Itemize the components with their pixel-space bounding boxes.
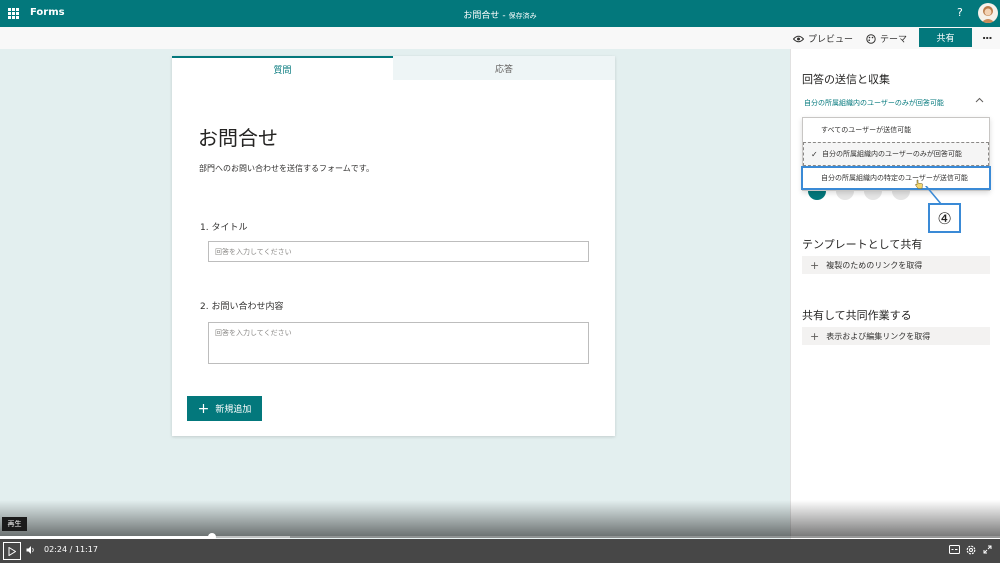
permission-dropdown: すべてのユーザーが送信可能 ✓ 自分の所属組織内のユーザーのみが回答可能 自分の…	[801, 117, 991, 191]
time-display: 02:24 / 11:17	[44, 545, 98, 554]
current-time: 02:24	[44, 545, 68, 554]
palette-icon	[866, 33, 876, 44]
save-status: 保存済み	[508, 12, 537, 20]
avatar[interactable]	[978, 3, 998, 23]
form-tabs: 質問 応答	[172, 56, 615, 80]
share-button[interactable]: 共有	[919, 28, 972, 47]
add-new-label: 新規追加	[215, 405, 252, 415]
time-separator: /	[69, 545, 73, 554]
copy-link-label: 複製のためのリンクを取得	[826, 260, 923, 270]
permission-select[interactable]: 自分の所属組織内のユーザーのみが回答可能	[804, 98, 984, 108]
user-avatar-icon	[981, 6, 995, 23]
plus-icon: +	[810, 329, 820, 343]
option-label: 自分の所属組織内のユーザーのみが回答可能	[822, 150, 962, 158]
share-panel: 回答の送信と収集 自分の所属組織内のユーザーのみが回答可能 すべてのユーザーが送…	[790, 49, 1000, 563]
option-label: すべてのユーザーが送信可能	[821, 126, 912, 134]
plus-icon: +	[197, 400, 210, 417]
option-label: 自分の所属組織内の特定のユーザーが送信可能	[821, 174, 968, 182]
hand-cursor-icon	[915, 179, 923, 189]
template-heading: テンプレートとして共有	[802, 238, 923, 251]
check-icon: ✓	[811, 149, 818, 159]
collaborate-link-button[interactable]: + 表示および編集リンクを取得	[802, 327, 990, 345]
form-card: 質問 応答 お問合せ 部門へのお問い合わせを送信するフォームです。 1. タイト…	[172, 56, 615, 436]
eye-icon	[793, 35, 804, 42]
play-button[interactable]	[3, 542, 21, 560]
tab-responses[interactable]: 応答	[393, 56, 615, 80]
player-controls: 02:24 / 11:17	[0, 539, 1000, 563]
form-description[interactable]: 部門へのお問い合わせを送信するフォームです。	[199, 163, 374, 174]
document-title: お問合せ - 保存済み	[463, 11, 537, 21]
chevron-up-icon[interactable]	[975, 96, 984, 105]
answer-textarea[interactable]: 回答を入力してください	[208, 322, 589, 364]
answer-input[interactable]: 回答を入力してください	[208, 241, 589, 262]
theme-label: テーマ	[880, 35, 908, 45]
preview-button[interactable]: プレビュー	[793, 32, 853, 45]
fullscreen-icon[interactable]	[983, 545, 992, 554]
form-title[interactable]: お問合せ	[198, 122, 278, 151]
preview-label: プレビュー	[808, 35, 854, 45]
dropdown-option-org-users[interactable]: ✓ 自分の所属組織内のユーザーのみが回答可能	[803, 142, 989, 166]
total-time: 11:17	[74, 545, 98, 554]
captions-icon[interactable]	[949, 545, 960, 554]
play-tooltip: 再生	[2, 517, 27, 531]
tab-questions[interactable]: 質問	[172, 56, 393, 80]
panel-heading: 回答の送信と収集	[802, 73, 890, 86]
play-icon	[8, 546, 16, 556]
question-label[interactable]: 1. タイトル	[200, 220, 247, 233]
theme-button[interactable]: テーマ	[866, 32, 907, 45]
volume-icon[interactable]	[26, 545, 36, 555]
question-label[interactable]: 2. お問い合わせ内容	[200, 299, 283, 312]
settings-gear-icon[interactable]	[966, 545, 976, 555]
plus-icon: +	[810, 258, 820, 272]
more-options-button[interactable]: ...	[982, 29, 993, 42]
dropdown-option-specific-users[interactable]: 自分の所属組織内の特定のユーザーが送信可能	[801, 166, 991, 190]
copy-link-button[interactable]: + 複製のためのリンクを取得	[802, 256, 990, 274]
document-name: お問合せ	[463, 11, 500, 21]
app-bar: Forms お問合せ - 保存済み ?	[0, 0, 1000, 27]
step-callout: ④	[928, 203, 961, 233]
toolbar: プレビュー テーマ 共有 ...	[0, 27, 1000, 49]
player-gradient	[0, 500, 1000, 538]
dropdown-option-all-users[interactable]: すべてのユーザーが送信可能	[803, 118, 989, 142]
collaborate-link-label: 表示および編集リンクを取得	[826, 331, 931, 341]
help-button[interactable]: ?	[957, 6, 963, 19]
add-new-button[interactable]: + 新規追加	[187, 396, 262, 421]
collaborate-heading: 共有して共同作業する	[802, 309, 912, 322]
